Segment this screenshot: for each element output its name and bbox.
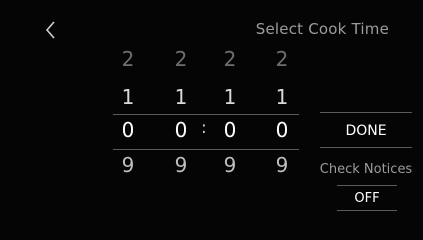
wheel-digit-above-2: 2 [121, 47, 135, 71]
selection-bottom-divider [113, 149, 299, 150]
chevron-left-icon [45, 21, 55, 39]
wheel-digit-above-2: 2 [223, 47, 237, 71]
cook-time-screen: Select Cook Time 2 1 0 9 2 1 0 9 : 2 1 0… [0, 0, 423, 240]
time-separator: : [201, 118, 207, 138]
wheel-digit-selected: 0 [121, 118, 135, 142]
back-button[interactable] [40, 18, 64, 42]
wheel-digit-above-1: 1 [223, 85, 237, 109]
wheel-digit-below-1: 9 [121, 153, 135, 177]
wheel-digit-above-2: 2 [174, 47, 188, 71]
wheel-digit-below-1: 9 [174, 153, 188, 177]
wheel-digit-above-2: 2 [275, 47, 289, 71]
page-title: Select Cook Time [255, 20, 389, 38]
selection-top-divider [113, 114, 299, 115]
wheel-digit-above-1: 1 [275, 85, 289, 109]
wheel-digit-below-1: 9 [223, 153, 237, 177]
check-notices-toggle[interactable]: OFF [337, 185, 397, 211]
done-button[interactable]: DONE [320, 112, 412, 148]
wheel-digit-below-1: 9 [275, 153, 289, 177]
hours-ones-wheel[interactable]: 2 1 0 9 [167, 40, 195, 180]
hours-tens-wheel[interactable]: 2 1 0 9 [114, 40, 142, 180]
wheel-digit-above-1: 1 [121, 85, 135, 109]
wheel-digit-selected: 0 [174, 118, 188, 142]
minutes-ones-wheel[interactable]: 2 1 0 9 [268, 40, 296, 180]
wheel-digit-selected: 0 [223, 118, 237, 142]
wheel-digit-above-1: 1 [174, 85, 188, 109]
minutes-tens-wheel[interactable]: 2 1 0 9 [216, 40, 244, 180]
wheel-digit-selected: 0 [275, 118, 289, 142]
check-notices-label: Check Notices [319, 162, 413, 177]
